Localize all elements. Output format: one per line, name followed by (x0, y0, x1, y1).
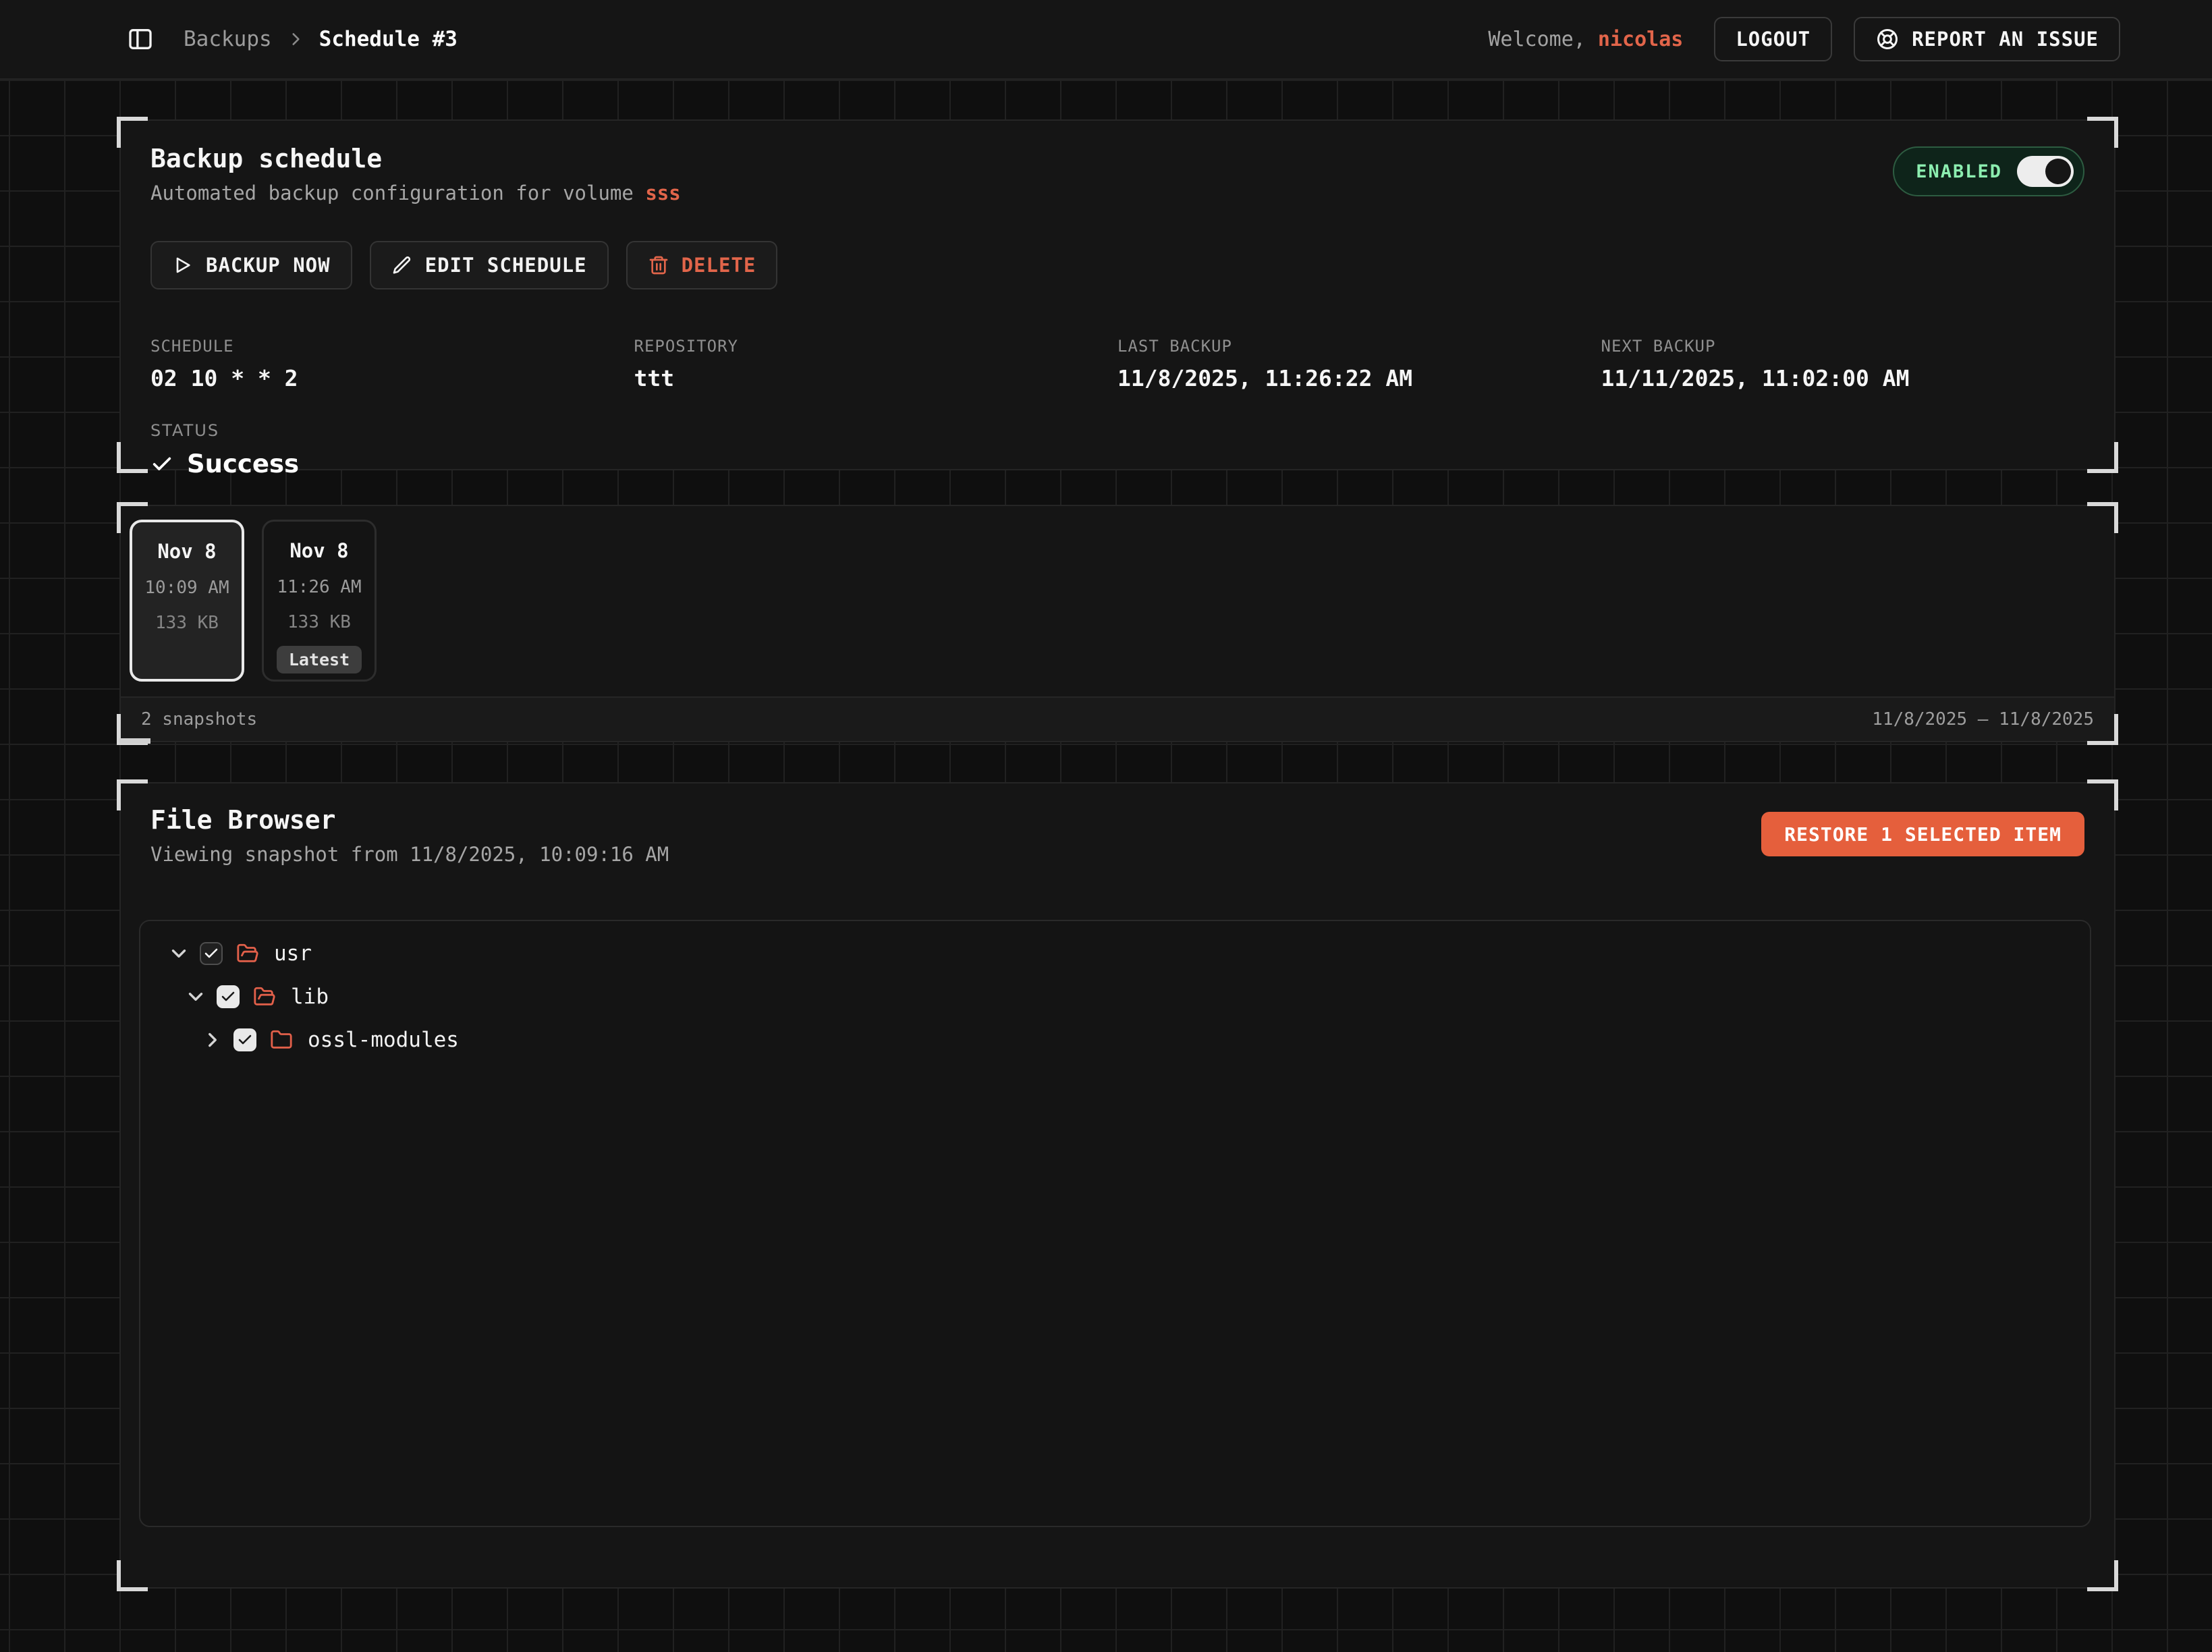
snapshots-panel: Nov 8 10:09 AM 133 KB Nov 8 11:26 AM 133… (119, 505, 2116, 742)
username: nicolas (1598, 28, 1683, 51)
delete-label: DELETE (682, 254, 756, 277)
restore-selected-button[interactable]: RESTORE 1 SELECTED ITEM (1761, 812, 2084, 856)
schedule-info-grid: SCHEDULE 02 10 * * 2 REPOSITORY ttt LAST… (150, 337, 2084, 391)
corner-bracket (2087, 117, 2118, 148)
folder-icon (270, 1028, 293, 1051)
field-schedule: SCHEDULE 02 10 * * 2 (150, 337, 634, 391)
tree-row-usr[interactable]: usr (155, 932, 2090, 975)
field-label: REPOSITORY (634, 337, 1118, 356)
file-tree-panel: usr lib (139, 920, 2091, 1527)
breadcrumb-parent-link[interactable]: Backups (184, 27, 272, 51)
corner-bracket (2087, 1560, 2118, 1591)
field-value: 11/8/2025, 11:26:22 AM (1117, 365, 1601, 391)
field-value: 02 10 * * 2 (150, 365, 634, 391)
edit-schedule-label: EDIT SCHEDULE (425, 254, 587, 277)
volume-name: sss (645, 182, 680, 204)
tree-item-name: lib (291, 985, 329, 1009)
success-check-icon (150, 453, 173, 476)
play-icon (172, 254, 194, 276)
status-value: Success (150, 449, 2084, 478)
checkbox-usr[interactable] (200, 942, 223, 965)
field-label: LAST BACKUP (1117, 337, 1601, 356)
report-issue-label: REPORT AN ISSUE (1912, 28, 2099, 51)
corner-bracket (2087, 442, 2118, 473)
snapshot-list: Nov 8 10:09 AM 133 KB Nov 8 11:26 AM 133… (121, 506, 2114, 696)
edit-schedule-button[interactable]: EDIT SCHEDULE (370, 241, 609, 290)
corner-bracket (117, 1560, 148, 1591)
corner-bracket (117, 442, 148, 473)
schedule-card-title: Backup schedule (150, 144, 681, 173)
chevron-right-icon (287, 30, 304, 48)
folder-open-icon (253, 985, 276, 1008)
pencil-icon (391, 254, 413, 276)
backup-now-label: BACKUP NOW (206, 254, 331, 277)
field-next-backup: NEXT BACKUP 11/11/2025, 11:02:00 AM (1601, 337, 2085, 391)
chevron-down-icon[interactable] (167, 942, 190, 965)
status-label: STATUS (150, 421, 2084, 440)
snapshot-size: 133 KB (155, 613, 219, 633)
snapshot-count: 2 snapshots (141, 709, 257, 729)
snapshot-size: 133 KB (287, 612, 351, 632)
field-repository: REPOSITORY ttt (634, 337, 1118, 391)
breadcrumb-current: Schedule #3 (319, 27, 458, 51)
trash-icon (648, 254, 669, 276)
restore-label: RESTORE 1 SELECTED ITEM (1784, 823, 2062, 846)
report-issue-button[interactable]: REPORT AN ISSUE (1854, 17, 2120, 61)
field-value: 11/11/2025, 11:02:00 AM (1601, 365, 2085, 391)
status-text: Success (187, 449, 299, 478)
snapshot-time: 10:09 AM (144, 578, 229, 598)
field-label: NEXT BACKUP (1601, 337, 2085, 356)
topbar: Backups Schedule #3 Welcome, nicolas LOG… (0, 0, 2212, 80)
chevron-down-icon[interactable] (184, 985, 207, 1008)
chevron-right-icon[interactable] (201, 1028, 224, 1051)
snapshot-date: Nov 8 (157, 540, 216, 563)
snapshot-card-selected[interactable]: Nov 8 10:09 AM 133 KB (130, 520, 244, 682)
delete-button[interactable]: DELETE (626, 241, 778, 290)
tree-item-name: ossl-modules (308, 1028, 459, 1052)
logout-label: LOGOUT (1736, 28, 1810, 51)
sidebar-toggle-button[interactable] (127, 26, 154, 53)
enabled-toggle[interactable]: ENABLED (1893, 146, 2084, 196)
field-value: ttt (634, 365, 1118, 391)
file-browser-card: File Browser Viewing snapshot from 11/8/… (119, 782, 2116, 1589)
field-last-backup: LAST BACKUP 11/8/2025, 11:26:22 AM (1117, 337, 1601, 391)
schedule-card-subtitle: Automated backup configuration for volum… (150, 182, 681, 204)
backup-now-button[interactable]: BACKUP NOW (150, 241, 352, 290)
enabled-label: ENABLED (1916, 161, 2002, 182)
breadcrumb: Backups Schedule #3 (184, 27, 458, 51)
welcome-text: Welcome, nicolas (1488, 28, 1683, 51)
snapshot-date: Nov 8 (289, 539, 348, 562)
lifebuoy-icon (1875, 27, 1900, 51)
snapshot-time: 11:26 AM (277, 577, 361, 597)
tree-row-ossl-modules[interactable]: ossl-modules (155, 1018, 2090, 1062)
corner-bracket (117, 779, 148, 810)
snapshot-date-range: 11/8/2025 – 11/8/2025 (1872, 709, 2094, 729)
logout-button[interactable]: LOGOUT (1714, 17, 1832, 61)
checkbox-lib[interactable] (217, 985, 240, 1008)
switch-knob (2045, 159, 2071, 184)
sidebar-panel-icon (127, 26, 154, 53)
welcome-prefix: Welcome, (1488, 28, 1586, 51)
snapshots-scrollbar-thumb[interactable] (119, 738, 150, 744)
field-label: SCHEDULE (150, 337, 634, 356)
corner-bracket (117, 117, 148, 148)
folder-open-icon (236, 942, 259, 965)
latest-badge: Latest (277, 646, 362, 673)
checkbox-ossl-modules[interactable] (233, 1028, 256, 1051)
tree-row-lib[interactable]: lib (155, 975, 2090, 1018)
tree-item-name: usr (274, 941, 312, 966)
subtitle-text: Automated backup configuration for volum… (150, 182, 634, 204)
corner-bracket (2087, 779, 2118, 810)
snapshots-footer: 2 snapshots 11/8/2025 – 11/8/2025 (121, 696, 2114, 741)
snapshot-card[interactable]: Nov 8 11:26 AM 133 KB Latest (262, 520, 377, 682)
status-block: STATUS Success (150, 421, 2084, 478)
main-content: Backup schedule Automated backup configu… (119, 80, 2116, 1589)
enabled-switch[interactable] (2017, 156, 2074, 187)
backup-schedule-card: Backup schedule Automated backup configu… (119, 119, 2116, 470)
